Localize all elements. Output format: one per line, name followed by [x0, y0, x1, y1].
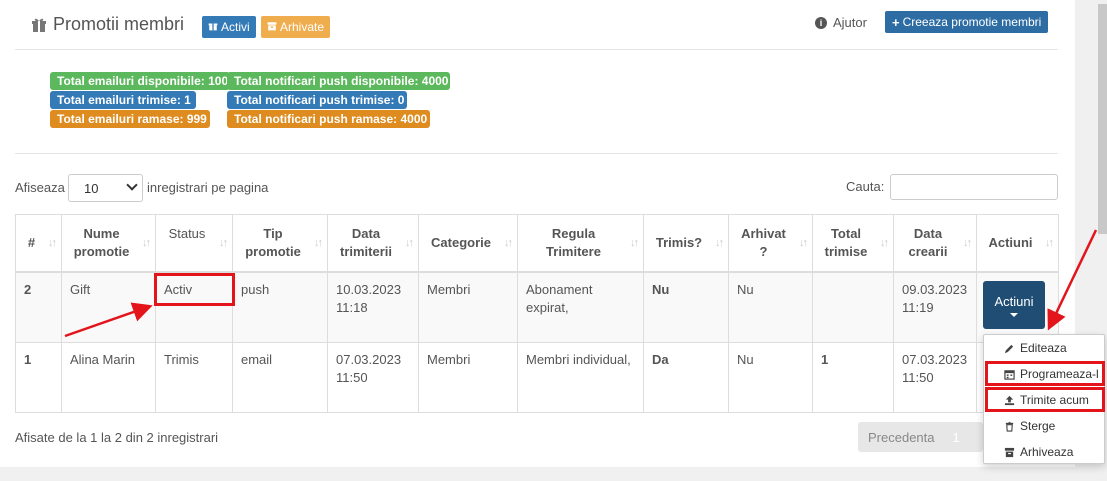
sort-icon: ↓↑	[1045, 236, 1054, 249]
pencil-icon	[1004, 343, 1015, 354]
menu-item-delete[interactable]: Sterge	[984, 414, 1104, 438]
menu-item-edit[interactable]: Editeaza	[984, 336, 1104, 360]
push-left-badge: Total notificari push ramase: 4000	[227, 110, 430, 128]
help-label: Ajutor	[833, 15, 867, 30]
cell-send-date: 10.03.2023 11:18	[327, 271, 419, 343]
cell-type: email	[232, 342, 328, 413]
show-label: Afiseaza	[15, 180, 65, 195]
search-input[interactable]	[890, 174, 1058, 200]
menu-item-label: Editeaza	[1020, 341, 1067, 355]
column-header-total[interactable]: Total trimise ↓↑	[812, 214, 894, 272]
create-promotion-button[interactable]: + Creeaza promotie membri	[885, 11, 1049, 33]
page-title: Promotii membri	[31, 14, 184, 35]
column-header-id[interactable]: # ↓↑	[15, 214, 62, 272]
send-now-highlight-box	[985, 387, 1105, 412]
column-header-created[interactable]: Data crearii ↓↑	[893, 214, 977, 272]
column-header-archived[interactable]: Arhivat ? ↓↑	[728, 214, 813, 272]
actions-button-label: Actiuni	[994, 293, 1034, 309]
cell-name: Alina Marin	[61, 342, 156, 413]
help-link[interactable]: i Ajutor	[815, 15, 867, 30]
create-promotion-label: Creeaza promotie membri	[902, 15, 1042, 29]
cell-created: 07.03.2023 11:50	[893, 342, 977, 413]
sort-icon: ↓↑	[963, 236, 972, 249]
column-header-sent[interactable]: Trimis? ↓↑	[643, 214, 729, 272]
per-page-label: inregistrari pe pagina	[147, 180, 269, 195]
column-header-rule[interactable]: Regula Trimitere ↓↑	[517, 214, 644, 272]
active-filter-button[interactable]: Activi	[202, 16, 256, 38]
column-header-category[interactable]: Categorie ↓↑	[418, 214, 518, 272]
column-header-type[interactable]: Tip promotie ↓↑	[232, 214, 328, 272]
sort-icon: ↓↑	[715, 236, 724, 249]
table-info: Afisate de la 1 la 2 din 2 inregistrari	[15, 430, 219, 445]
column-header-actions[interactable]: Actiuni ↓↑	[976, 214, 1059, 272]
archived-filter-button[interactable]: Arhivate	[261, 16, 331, 38]
sort-icon: ↓↑	[504, 236, 513, 249]
status-highlight-box	[154, 273, 235, 306]
sort-icon: ↓↑	[219, 236, 228, 249]
gift-icon	[208, 20, 218, 34]
page-number-button[interactable]: 1	[953, 430, 960, 445]
emails-available-badge: Total emailuri disponibile: 1000	[50, 72, 230, 90]
gift-icon	[31, 17, 47, 33]
schedule-highlight-box	[985, 361, 1105, 386]
header-divider	[15, 49, 1058, 50]
table-row: 1 Alina Marin Trimis email 07.03.2023 11…	[15, 342, 1059, 413]
column-header-name[interactable]: Nume promotie ↓↑	[61, 214, 156, 272]
cell-category: Membri	[418, 342, 518, 413]
sort-icon: ↓↑	[405, 236, 414, 249]
cell-name: Gift	[61, 271, 156, 343]
cell-status: Trimis	[155, 342, 233, 413]
column-header-status[interactable]: Status ↓↑	[155, 214, 233, 272]
emails-sent-badge: Total emailuri trimise: 1	[50, 91, 196, 109]
plus-icon: +	[892, 14, 900, 30]
sort-icon: ↓↑	[48, 236, 57, 249]
search-label: Cauta:	[846, 179, 885, 194]
menu-item-label: Sterge	[1020, 419, 1056, 433]
cell-archived: Nu	[728, 271, 813, 343]
scrollbar-thumb[interactable]	[1098, 4, 1107, 234]
cell-type: push	[232, 271, 328, 343]
page-title-text: Promotii membri	[53, 14, 185, 34]
cell-created: 09.03.2023 11:19	[893, 271, 977, 343]
cell-rule: Abonament expirat,	[517, 271, 644, 343]
cell-sent: Da	[643, 342, 729, 413]
sort-icon: ↓↑	[880, 236, 889, 249]
page-size-value: 10	[84, 180, 99, 196]
cell-rule: Membri individual,	[517, 342, 644, 413]
cell-id: 1	[15, 342, 62, 413]
push-sent-badge: Total notificari push trimise: 0	[227, 91, 407, 109]
menu-item-label: Arhiveaza	[1020, 445, 1074, 459]
cell-total	[812, 271, 894, 343]
archive-icon	[1004, 447, 1015, 458]
caret-down-icon	[1010, 312, 1018, 317]
stats-divider	[15, 153, 1058, 154]
column-header-send-date[interactable]: Data trimiterii ↓↑	[327, 214, 419, 272]
prev-page-button[interactable]: Precedenta	[868, 430, 935, 445]
actions-button[interactable]: Actiuni	[983, 281, 1045, 329]
trash-icon	[1004, 421, 1015, 432]
promotions-table: # ↓↑ Nume promotie ↓↑ Status ↓↑ Tip promoti…	[15, 214, 1059, 413]
info-icon: i	[815, 16, 827, 29]
cell-sent: Nu	[643, 271, 729, 343]
sort-icon: ↓↑	[799, 236, 808, 249]
page-size-select[interactable]: 10	[68, 174, 143, 202]
cell-send-date: 07.03.2023 11:50	[327, 342, 419, 413]
chevron-down-icon	[126, 179, 138, 191]
archived-filter-label: Arhivate	[280, 20, 325, 34]
emails-left-badge: Total emailuri ramase: 999	[50, 110, 210, 128]
pagination: Precedenta 1	[858, 422, 983, 452]
cell-total: 1	[812, 342, 894, 413]
cell-id: 2	[15, 271, 62, 343]
sort-icon: ↓↑	[630, 236, 639, 249]
menu-item-archive[interactable]: Arhiveaza	[984, 440, 1104, 464]
sort-icon: ↓↑	[314, 236, 323, 249]
cell-category: Membri	[418, 271, 518, 343]
archive-icon	[267, 20, 277, 34]
table-header-row: # ↓↑ Nume promotie ↓↑ Status ↓↑ Tip promoti…	[15, 214, 1059, 272]
sort-icon: ↓↑	[142, 236, 151, 249]
push-available-badge: Total notificari push disponibile: 4000	[227, 72, 450, 90]
cell-archived: Nu	[728, 342, 813, 413]
active-filter-label: Activi	[221, 20, 250, 34]
